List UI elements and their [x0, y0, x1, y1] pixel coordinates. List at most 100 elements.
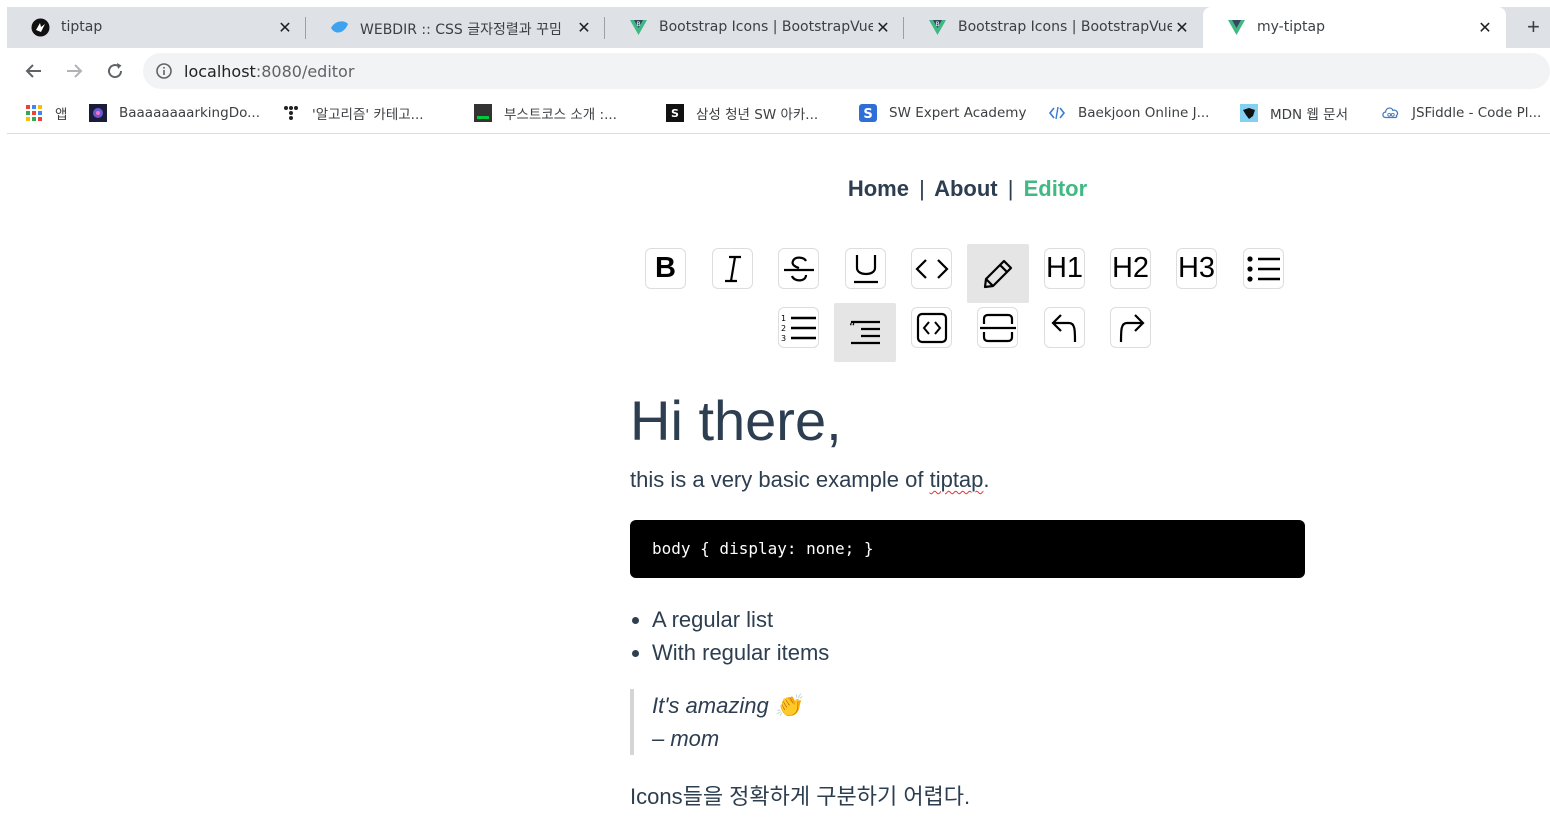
- info-icon[interactable]: [156, 63, 172, 79]
- strikethrough-icon: [783, 256, 814, 281]
- boostcourse-icon: [474, 104, 492, 122]
- tab-title: my-tiptap: [1257, 19, 1325, 35]
- heading-2-button[interactable]: H2: [1110, 248, 1151, 289]
- heading-1-button[interactable]: H1: [1044, 248, 1085, 289]
- nav-link-about[interactable]: About: [934, 176, 998, 201]
- bookmark-label: '알고리즘' 카테고...: [312, 107, 424, 123]
- apps-grid-icon: [25, 104, 43, 122]
- paragraph-button[interactable]: [967, 244, 1029, 303]
- underline-button[interactable]: [845, 248, 886, 289]
- bookmarks-bar: 앱 BaaaaaaaarkingDo... '알고리즘' 카테고... 부스트코…: [7, 93, 1550, 134]
- tab-title: Bootstrap Icons | BootstrapVue: [958, 19, 1172, 35]
- bootstrapvue-icon: B: [928, 18, 947, 37]
- tab-my-tiptap[interactable]: my-tiptap ✕: [1203, 7, 1506, 48]
- back-icon[interactable]: [23, 60, 45, 82]
- close-icon[interactable]: ✕: [575, 18, 593, 37]
- undo-button[interactable]: [1044, 307, 1085, 348]
- tab-webdir[interactable]: WEBDIR :: CSS 글자정렬과 꾸밈 ✕: [306, 7, 605, 48]
- jsfiddle-icon: [1382, 104, 1400, 122]
- code-icon: [914, 258, 949, 279]
- tistory-icon: [282, 104, 300, 122]
- blockquote: It's amazing 👏 – mom: [630, 689, 930, 755]
- tab-title: tiptap: [61, 19, 103, 35]
- bookmark-algorithm[interactable]: '알고리즘' 카테고...: [282, 102, 424, 124]
- tab-tiptap[interactable]: tiptap ✕: [7, 7, 306, 48]
- editor-heading: Hi there,: [630, 389, 842, 452]
- redo-icon: [1119, 313, 1145, 342]
- ordered-list-button[interactable]: 123: [778, 307, 819, 348]
- blockquote-button[interactable]: “: [834, 303, 896, 362]
- bookmark-jsfiddle[interactable]: JSFiddle - Code Pl...: [1382, 102, 1541, 124]
- tab-title: WEBDIR :: CSS 글자정렬과 꾸밈: [360, 22, 562, 38]
- list-ol-icon: 123: [781, 314, 816, 343]
- mdn-icon: [1240, 104, 1258, 122]
- bookmark-apps[interactable]: 앱: [25, 102, 67, 124]
- tab-bootstrapvue-2[interactable]: B Bootstrap Icons | BootstrapVue ✕: [904, 7, 1203, 48]
- undo-icon: [1050, 313, 1076, 342]
- close-icon[interactable]: ✕: [1476, 18, 1494, 37]
- forward-icon[interactable]: [63, 60, 85, 82]
- bookmark-swea[interactable]: S SW Expert Academy: [859, 102, 1026, 124]
- close-icon[interactable]: ✕: [276, 18, 294, 37]
- address-bar[interactable]: localhost:8080/editor: [143, 53, 1550, 89]
- quote-line: – mom: [652, 726, 720, 751]
- code-block-button[interactable]: [911, 307, 952, 348]
- bullet-list: A regular list With regular items: [652, 603, 829, 669]
- bookmark-barkingdog[interactable]: BaaaaaaaarkingDo...: [89, 102, 260, 124]
- bookmark-label: JSFiddle - Code Pl...: [1412, 105, 1542, 121]
- paragraph-misspelled-word: tiptap: [929, 467, 984, 492]
- tab-strip: tiptap ✕ WEBDIR :: CSS 글자정렬과 꾸밈 ✕ B Boot…: [7, 7, 1550, 48]
- url-text: localhost:8080/editor: [184, 62, 354, 81]
- nav-link-editor[interactable]: Editor: [1024, 176, 1088, 201]
- pencil-icon: [983, 259, 1013, 288]
- bold-button[interactable]: B: [645, 248, 686, 289]
- bold-label: B: [655, 252, 676, 284]
- baekjoon-icon: [1048, 104, 1066, 122]
- bullet-list-button[interactable]: [1243, 248, 1284, 289]
- bookmark-mdn[interactable]: MDN 웹 문서: [1240, 102, 1348, 124]
- italic-icon: [724, 255, 741, 282]
- list-ul-icon: [1246, 255, 1280, 282]
- bookmark-boostcourse[interactable]: 부스트코스 소개 :...: [474, 102, 617, 124]
- svg-text:S: S: [863, 107, 872, 122]
- reload-icon[interactable]: [104, 60, 126, 82]
- tab-bootstrapvue-1[interactable]: B Bootstrap Icons | BootstrapVue ✕: [605, 7, 904, 48]
- svg-text:B: B: [636, 21, 640, 28]
- svg-text:“: “: [849, 321, 856, 336]
- bookmark-label: Baekjoon Online J...: [1078, 105, 1210, 121]
- bookmark-label: SW Expert Academy: [889, 105, 1027, 121]
- heading-3-button[interactable]: H3: [1176, 248, 1217, 289]
- svg-text:3: 3: [781, 334, 786, 343]
- horizontal-rule-button[interactable]: [977, 307, 1018, 348]
- redo-button[interactable]: [1110, 307, 1151, 348]
- strike-button[interactable]: [778, 248, 819, 289]
- bookmark-label: BaaaaaaaarkingDo...: [119, 105, 260, 121]
- barkingdog-icon: [89, 104, 107, 122]
- swea-icon: S: [859, 104, 877, 122]
- svg-text:1: 1: [781, 314, 786, 323]
- page-nav: Home | About | Editor: [0, 176, 1550, 202]
- paragraph-text: this is a very basic example of: [630, 467, 930, 492]
- new-tab-button[interactable]: +: [1527, 16, 1540, 38]
- inline-code-button[interactable]: [911, 248, 952, 289]
- h1-label: H1: [1045, 252, 1084, 284]
- ssafy-icon: S: [666, 104, 684, 122]
- code-block: body { display: none; }: [630, 520, 1305, 578]
- url-path: :8080/editor: [255, 62, 355, 81]
- editor-paragraph-korean: Icons들을 정확하게 구분하기 어렵다.: [630, 784, 971, 809]
- quote-line: It's amazing 👏: [652, 693, 803, 718]
- code-square-icon: [916, 312, 947, 343]
- tab-title: Bootstrap Icons | BootstrapVue: [659, 19, 873, 35]
- svg-text:B: B: [935, 21, 939, 28]
- list-item: A regular list: [652, 603, 829, 636]
- italic-button[interactable]: [712, 248, 753, 289]
- close-icon[interactable]: ✕: [1173, 18, 1191, 37]
- bookmark-label: MDN 웹 문서: [1270, 107, 1348, 123]
- bookmark-baekjoon[interactable]: Baekjoon Online J...: [1048, 102, 1209, 124]
- nav-separator: |: [1007, 176, 1014, 201]
- close-icon[interactable]: ✕: [874, 18, 892, 37]
- bootstrapvue-icon: B: [629, 18, 648, 37]
- nav-link-home[interactable]: Home: [848, 176, 909, 201]
- bookmark-ssafy[interactable]: S 삼성 청년 SW 아카...: [666, 102, 818, 124]
- nav-separator: |: [919, 176, 925, 201]
